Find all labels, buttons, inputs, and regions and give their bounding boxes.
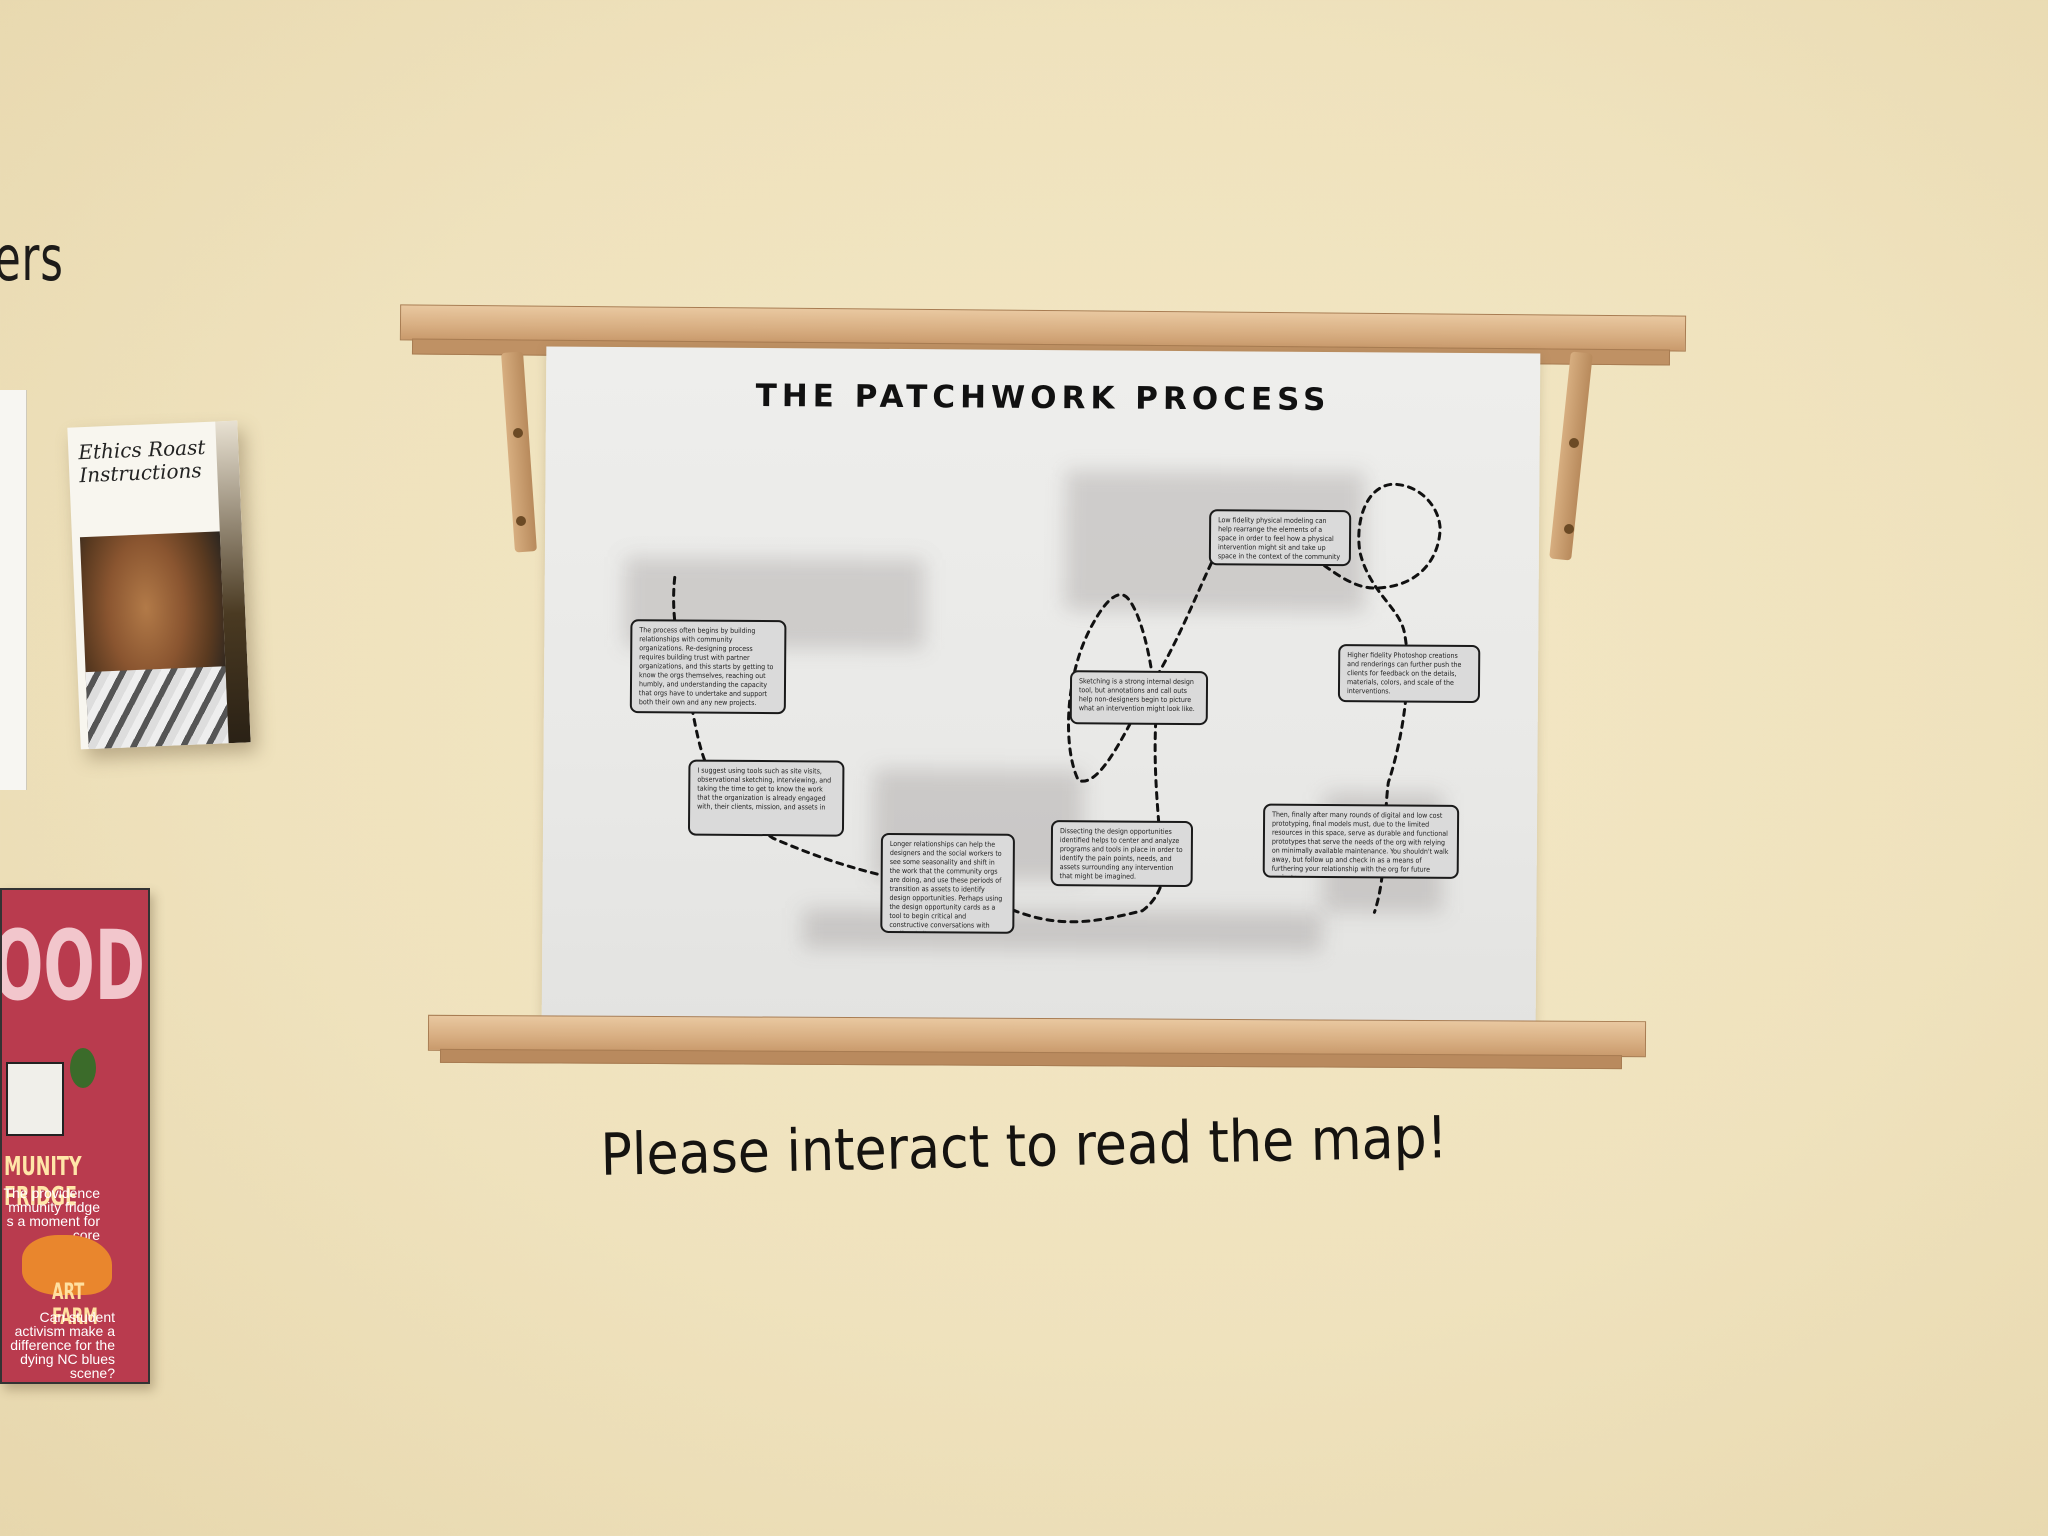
pepper-illustration xyxy=(70,1048,96,1088)
patchwork-poster[interactable]: THE PATCHWORK PROCESS The process often … xyxy=(541,346,1541,1026)
interaction-instruction: Please interact to read the map! xyxy=(599,1103,1449,1189)
wall-heading-partial: ers xyxy=(0,222,64,295)
process-box-longer-relationships[interactable]: Longer relationships can help the design… xyxy=(880,832,1015,934)
screw-icon xyxy=(513,428,523,438)
ethics-roast-brochure: Ethics Roast Instructions xyxy=(67,420,251,750)
process-box-dissecting[interactable]: Dissecting the design opportunities iden… xyxy=(1050,820,1194,888)
brochure-lower-photo xyxy=(85,666,229,750)
process-box-higher-fidelity[interactable]: Higher fidelity Photoshop creations and … xyxy=(1337,644,1481,704)
brochure-title: Ethics Roast Instructions xyxy=(77,434,206,488)
process-box-low-fidelity[interactable]: Low fidelity physical modeling can help … xyxy=(1208,509,1352,567)
milk-carton-illustration xyxy=(6,1062,64,1136)
zine-headline: OOD xyxy=(0,910,145,1022)
process-box-sketching[interactable]: Sketching is a strong internal design to… xyxy=(1069,670,1209,726)
zine-farm-text: Can student activism make a difference f… xyxy=(10,1309,115,1381)
process-box-relationships[interactable]: The process often begins by building rel… xyxy=(629,619,787,715)
paper-edge xyxy=(0,390,27,790)
screw-icon xyxy=(1564,524,1574,534)
process-box-tools[interactable]: I suggest using tools such as site visit… xyxy=(687,759,845,837)
screw-icon xyxy=(516,516,526,526)
screw-icon xyxy=(1569,438,1579,448)
process-box-final[interactable]: Then, finally after many rounds of digit… xyxy=(1262,803,1460,879)
